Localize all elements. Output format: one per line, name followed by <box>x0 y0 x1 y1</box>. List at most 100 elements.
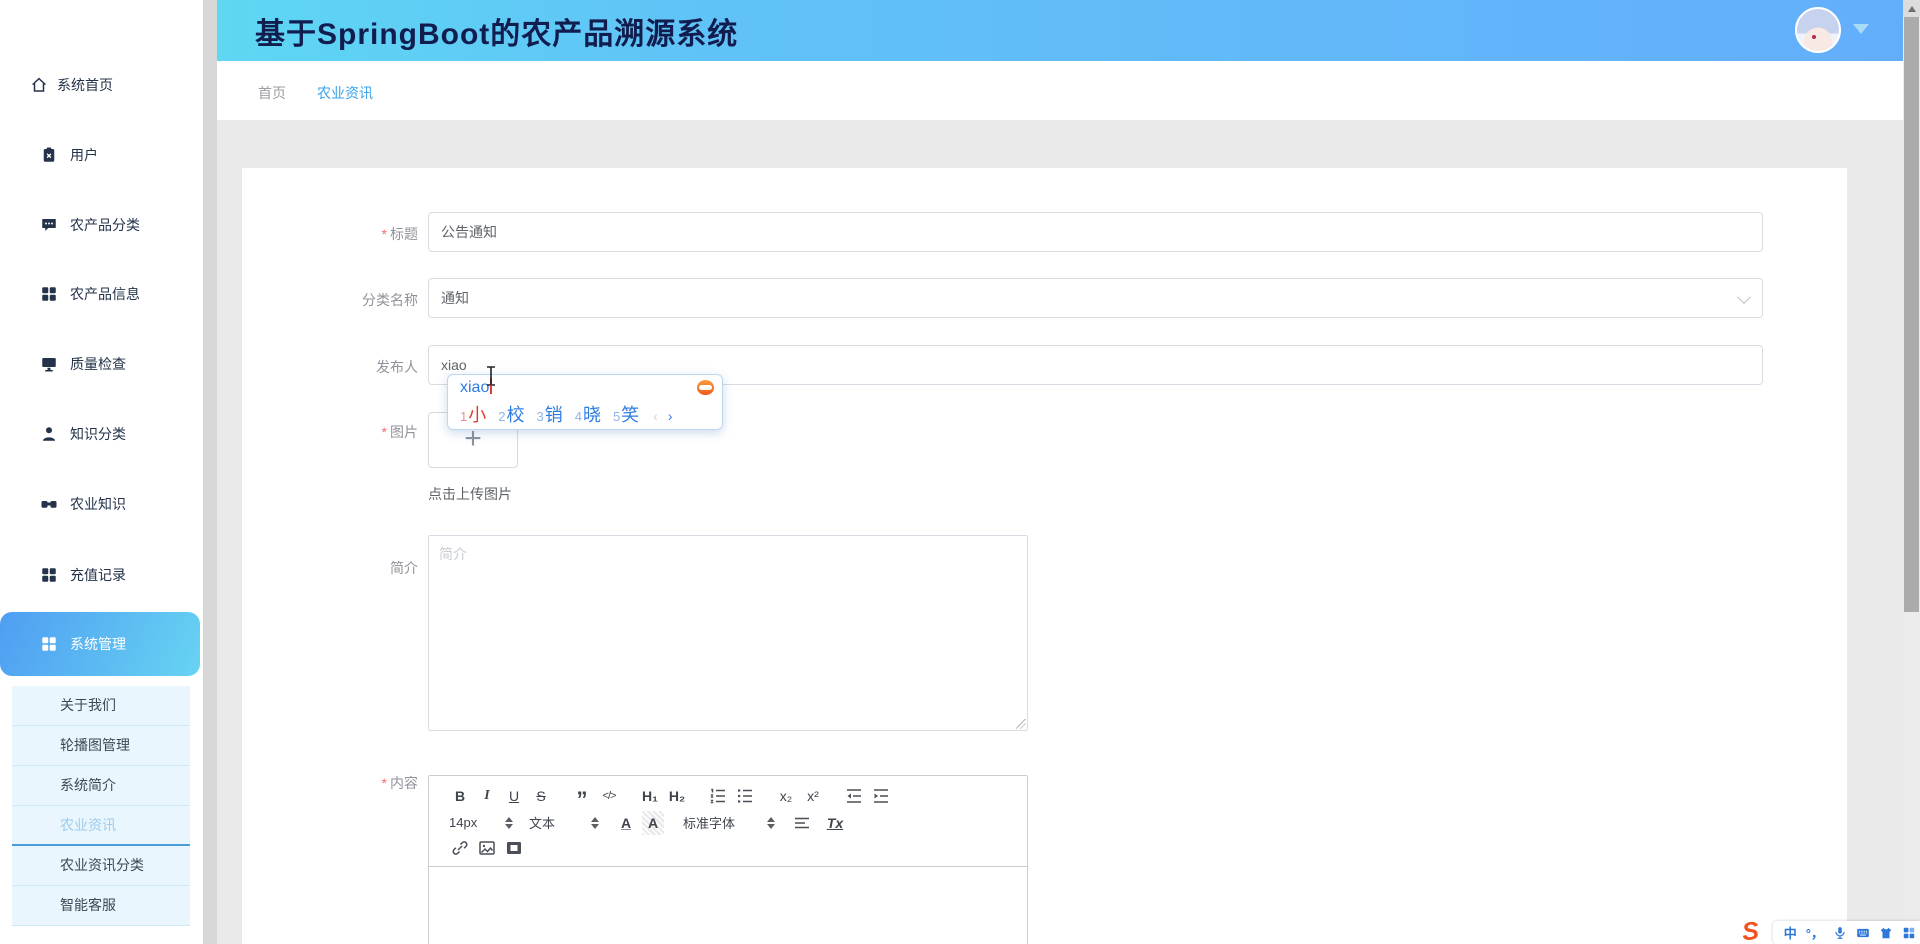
heading1-button[interactable]: H₁ <box>639 784 661 808</box>
intro-textarea[interactable] <box>428 535 1028 731</box>
image-label: * 图片 <box>381 424 418 440</box>
text-color-button[interactable]: A <box>615 811 637 835</box>
sidebar-item-quality-check[interactable]: 质量检查 <box>0 350 203 378</box>
monitor-icon <box>40 355 58 373</box>
select-arrows-icon <box>767 816 775 829</box>
sidebar-item-recharge-records[interactable]: 充值记录 <box>0 561 203 589</box>
app-root: 系统首页 用户 农产品分类 农产品信息 质量检查 知识分类 农业知识 充值记录 … <box>0 0 1920 944</box>
sidebar-item-users[interactable]: 用户 <box>0 141 203 169</box>
select-arrows-icon <box>505 816 513 829</box>
ime-candidate[interactable]: 3销 <box>536 401 562 427</box>
bullet-list-icon[interactable] <box>734 784 756 808</box>
blockquote-button[interactable]: ” <box>571 784 593 810</box>
sidebar-item-label: 农业知识 <box>70 496 126 512</box>
ime-next-page-icon[interactable]: › <box>668 408 673 424</box>
indent-icon[interactable] <box>870 784 892 808</box>
code-block-button[interactable]: </> <box>598 784 620 808</box>
ime-candidate[interactable]: 2校 <box>498 401 524 427</box>
sidebar-item-label: 知识分类 <box>70 426 126 442</box>
clipboard-icon <box>40 146 58 164</box>
content-label: * 内容 <box>381 775 418 791</box>
tab-home[interactable]: 首页 <box>258 83 286 103</box>
ime-candidate[interactable]: 5笑 <box>613 401 639 427</box>
sidebar-item-system-management[interactable]: 系统管理 <box>0 612 200 676</box>
form-card: *标题 分类名称 发布人 *图片 + 点击上传图片 简介 *内容 B I U <box>242 168 1847 944</box>
italic-button[interactable]: I <box>476 784 498 808</box>
link-icon[interactable] <box>449 836 471 860</box>
grid-icon <box>40 566 58 584</box>
submenu-item-agri-news-category[interactable]: 农业资讯分类 <box>12 846 190 886</box>
required-asterisk: * <box>381 775 387 791</box>
grid-icon <box>40 635 58 653</box>
tab-agri-news[interactable]: 农业资讯 <box>317 83 373 103</box>
highlight-color-button[interactable]: A <box>642 810 664 835</box>
heading2-button[interactable]: H₂ <box>666 784 688 808</box>
ordered-list-icon[interactable] <box>707 784 729 808</box>
sidebar-item-product-category[interactable]: 农产品分类 <box>0 211 203 239</box>
clear-format-button[interactable]: Tx <box>824 811 846 835</box>
header: 基于SpringBoot的农产品溯源系统 <box>217 0 1903 61</box>
sidebar-item-home[interactable]: 系统首页 <box>0 71 203 99</box>
submenu-item-smart-service[interactable]: 智能客服 <box>12 886 190 926</box>
underline-button[interactable]: U <box>503 784 525 808</box>
publisher-label: 发布人 <box>376 359 418 375</box>
ime-prev-page-icon[interactable]: ‹ <box>653 408 658 424</box>
chevron-down-icon[interactable] <box>1853 24 1869 34</box>
submenu-item-carousel[interactable]: 轮播图管理 <box>12 726 190 766</box>
font-family-select[interactable]: 标准字体 <box>683 811 775 835</box>
sidebar-item-knowledge-category[interactable]: 知识分类 <box>0 420 203 448</box>
image-icon[interactable] <box>476 836 498 860</box>
sidebar-item-agri-knowledge[interactable]: 农业知识 <box>0 490 203 518</box>
skin-icon[interactable] <box>1879 926 1893 940</box>
ime-taskbar: 中 °， <box>1773 921 1920 944</box>
page-scrollbar[interactable] <box>1903 0 1920 944</box>
submenu-item-about-us[interactable]: 关于我们 <box>12 686 190 726</box>
superscript-button[interactable]: x² <box>802 784 824 808</box>
strikethrough-button[interactable]: S <box>530 784 552 808</box>
rich-text-editor: B I U S ” </> H₁ H₂ x₂ x² 14px 文本 A A 标准… <box>428 775 1028 944</box>
select-arrows-icon <box>591 816 599 829</box>
align-icon[interactable] <box>791 811 813 835</box>
grid-icon <box>40 285 58 303</box>
scroll-up-button[interactable] <box>1903 0 1920 17</box>
category-label: 分类名称 <box>362 292 418 308</box>
sidebar-item-product-info[interactable]: 农产品信息 <box>0 280 203 308</box>
submenu-item-system-intro[interactable]: 系统简介 <box>12 766 190 806</box>
scrollbar-thumb[interactable] <box>1904 17 1919 612</box>
sogou-logo[interactable]: S <box>1741 916 1772 944</box>
title-input[interactable] <box>428 212 1763 252</box>
page-title: 基于SpringBoot的农产品溯源系统 <box>255 18 739 51</box>
punctuation-icon[interactable]: °， <box>1806 923 1824 942</box>
resize-grip[interactable] <box>1016 719 1026 729</box>
sidebar-item-label: 充值记录 <box>70 567 126 583</box>
microphone-icon[interactable] <box>1833 926 1847 940</box>
sidebar-item-label: 系统首页 <box>57 77 113 93</box>
chinese-mode-icon[interactable]: 中 <box>1784 923 1797 942</box>
sidebar-scrollbar[interactable] <box>203 0 217 944</box>
editor-toolbar: B I U S ” </> H₁ H₂ x₂ x² 14px 文本 A A 标准… <box>429 776 1027 867</box>
font-size-select[interactable]: 14px <box>449 811 513 835</box>
sidebar-item-label: 农产品信息 <box>70 286 140 302</box>
editor-content-area[interactable] <box>429 867 1027 944</box>
chat-icon <box>40 216 58 234</box>
category-select[interactable] <box>428 278 1763 318</box>
toolbox-grid-icon[interactable] <box>1902 926 1916 940</box>
subscript-button[interactable]: x₂ <box>775 784 797 808</box>
bold-button[interactable]: B <box>449 784 471 808</box>
ime-candidate-window: xiao 1小 2校 3销 4晓 5笑 ‹ › <box>447 374 723 430</box>
ime-candidate[interactable]: 4晓 <box>575 401 601 427</box>
system-management-submenu: 关于我们 轮播图管理 系统简介 农业资讯 农业资讯分类 智能客服 <box>12 686 190 926</box>
ime-candidate[interactable]: 1小 <box>460 401 486 427</box>
video-icon[interactable] <box>503 836 525 860</box>
required-asterisk: * <box>381 226 387 242</box>
sidebar-item-label: 系统管理 <box>70 636 126 652</box>
avatar[interactable] <box>1795 7 1841 53</box>
keyboard-icon[interactable] <box>1856 926 1870 940</box>
upload-hint: 点击上传图片 <box>428 486 512 502</box>
home-icon <box>30 76 48 94</box>
person-icon <box>40 425 58 443</box>
ime-assistant-icon[interactable] <box>697 380 714 395</box>
header-select[interactable]: 文本 <box>529 811 599 835</box>
submenu-item-agri-news[interactable]: 农业资讯 <box>12 806 190 846</box>
outdent-icon[interactable] <box>843 784 865 808</box>
